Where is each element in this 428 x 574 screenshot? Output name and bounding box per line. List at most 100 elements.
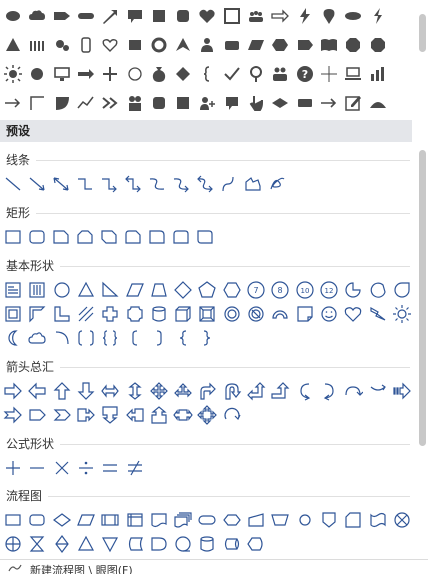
square-icon[interactable] — [149, 6, 169, 26]
main-scrollbar[interactable] — [419, 150, 426, 446]
donut-icon[interactable] — [149, 35, 169, 55]
edit-icon[interactable] — [343, 93, 363, 113]
shape-freeform-curve[interactable] — [219, 174, 239, 194]
shape-card[interactable] — [343, 510, 363, 530]
shape-quad-arrow-callout[interactable] — [197, 405, 218, 425]
shape-manual-input[interactable] — [246, 510, 266, 530]
shape-double-brace[interactable] — [100, 328, 120, 348]
shape-left-right-up-arrow[interactable] — [173, 381, 193, 401]
shape-elbow[interactable] — [75, 174, 95, 194]
shape-cube[interactable] — [173, 304, 193, 324]
shape-u-turn-arrow[interactable] — [222, 381, 242, 401]
line-chart-icon[interactable] — [76, 93, 96, 113]
pentagon-icon[interactable] — [295, 35, 315, 55]
shape-diamond[interactable] — [173, 280, 193, 300]
shape-line[interactable] — [3, 174, 23, 194]
wide-rect-icon[interactable] — [295, 93, 315, 113]
shape-snip-diagonal[interactable] — [99, 227, 119, 247]
arrow-up-right-icon[interactable] — [100, 6, 120, 26]
heart-icon[interactable] — [197, 6, 217, 26]
shape-summing-junction[interactable] — [392, 510, 412, 530]
laptop-icon[interactable] — [343, 64, 363, 84]
shape-curved-down-arrow[interactable] — [368, 381, 388, 401]
book-icon[interactable] — [319, 35, 339, 55]
shape-right-triangle[interactable] — [100, 280, 120, 300]
arrow-right-thin-icon[interactable] — [3, 93, 23, 113]
shape-divide[interactable] — [76, 458, 96, 478]
gears-icon[interactable] — [52, 35, 72, 55]
shape-equal[interactable] — [100, 458, 120, 478]
rounded-square-icon[interactable] — [173, 6, 193, 26]
shape-stored-data[interactable] — [125, 534, 145, 554]
frame-icon[interactable] — [222, 6, 242, 26]
shape-data[interactable] — [76, 510, 96, 530]
shape-elbow-arrow[interactable] — [99, 174, 119, 194]
shape-plaque[interactable] — [125, 304, 145, 324]
oval-icon[interactable] — [3, 6, 23, 26]
shape-direct-access[interactable] — [222, 534, 242, 554]
plus-icon[interactable] — [100, 64, 120, 84]
shape-rounded-rectangle[interactable] — [27, 227, 47, 247]
circle-outline-icon[interactable] — [125, 64, 145, 84]
shape-octagon[interactable]: 8 — [270, 280, 290, 300]
shape-left-bracket[interactable] — [125, 328, 145, 348]
shape-down-arrow-callout[interactable] — [100, 405, 120, 425]
octagon2-icon[interactable] — [368, 35, 388, 55]
shape-right-arrow-callout[interactable] — [76, 405, 96, 425]
people-pair-icon[interactable] — [125, 93, 145, 113]
mound-icon[interactable] — [368, 93, 388, 113]
shape-round-diagonal[interactable] — [195, 227, 215, 247]
shape-left-right-arrow[interactable] — [100, 381, 120, 401]
shape-curved-up-arrow[interactable] — [343, 381, 364, 401]
shape-decagon[interactable]: 10 — [295, 280, 315, 300]
phone-icon[interactable] — [76, 35, 96, 55]
ellipse-icon[interactable] — [343, 6, 363, 26]
shape-pentagon[interactable] — [197, 280, 217, 300]
shape-left-up-arrow[interactable] — [246, 381, 266, 401]
shape-elbow-double-arrow[interactable] — [123, 174, 143, 194]
shape-lightning-bolt[interactable] — [368, 304, 388, 324]
square2-icon[interactable] — [173, 93, 193, 113]
chevrons-icon[interactable] — [100, 93, 120, 113]
shape-snip-one-corner[interactable] — [51, 227, 71, 247]
hand-icon[interactable] — [246, 93, 266, 113]
rounded-square2-icon[interactable] — [149, 93, 169, 113]
shape-freeform[interactable] — [243, 174, 263, 194]
double-arrow-icon[interactable] — [270, 6, 290, 26]
shape-folded-corner[interactable] — [295, 304, 315, 324]
shape-oval[interactable] — [52, 280, 72, 300]
shape-smiley[interactable] — [319, 304, 339, 324]
people-icon[interactable] — [27, 35, 47, 55]
arrow-right-icon[interactable] — [76, 64, 96, 84]
cloud-icon[interactable] — [27, 6, 47, 26]
shape-punched-tape[interactable] — [368, 510, 388, 530]
shape-half-frame[interactable] — [27, 304, 47, 324]
shape-double-bracket[interactable] — [76, 328, 96, 348]
shape-predefined-process[interactable] — [100, 510, 120, 530]
shape-no-symbol[interactable] — [246, 304, 266, 324]
shape-hexagon[interactable] — [222, 280, 242, 300]
shape-merge[interactable] — [100, 534, 120, 554]
shape-bent-arrow[interactable] — [197, 381, 217, 401]
shape-sequential-access[interactable] — [173, 534, 193, 554]
shape-trapezoid[interactable] — [149, 280, 169, 300]
shape-decision[interactable] — [52, 510, 72, 530]
shape-display[interactable] — [246, 534, 266, 554]
shape-right-brace[interactable] — [197, 328, 217, 348]
lightning-icon[interactable] — [368, 6, 388, 26]
shape-text-box[interactable] — [3, 280, 23, 300]
shape-collate[interactable] — [27, 534, 47, 554]
shape-process[interactable] — [3, 510, 23, 530]
shape-isosceles-triangle[interactable] — [76, 280, 96, 300]
shape-snip-round[interactable] — [123, 227, 143, 247]
question-icon[interactable]: ? — [295, 64, 315, 84]
bar-chart-icon[interactable] — [368, 64, 388, 84]
shape-curve[interactable] — [147, 174, 167, 194]
shape-minus[interactable] — [27, 458, 47, 478]
speech-icon[interactable] — [222, 93, 242, 113]
shape-donut[interactable] — [222, 304, 242, 324]
arrowhead-icon[interactable] — [173, 35, 193, 55]
shape-snip-same-side[interactable] — [75, 227, 95, 247]
shape-up-down-arrow[interactable] — [125, 381, 145, 401]
shape-notched-right-arrow[interactable] — [3, 405, 23, 425]
